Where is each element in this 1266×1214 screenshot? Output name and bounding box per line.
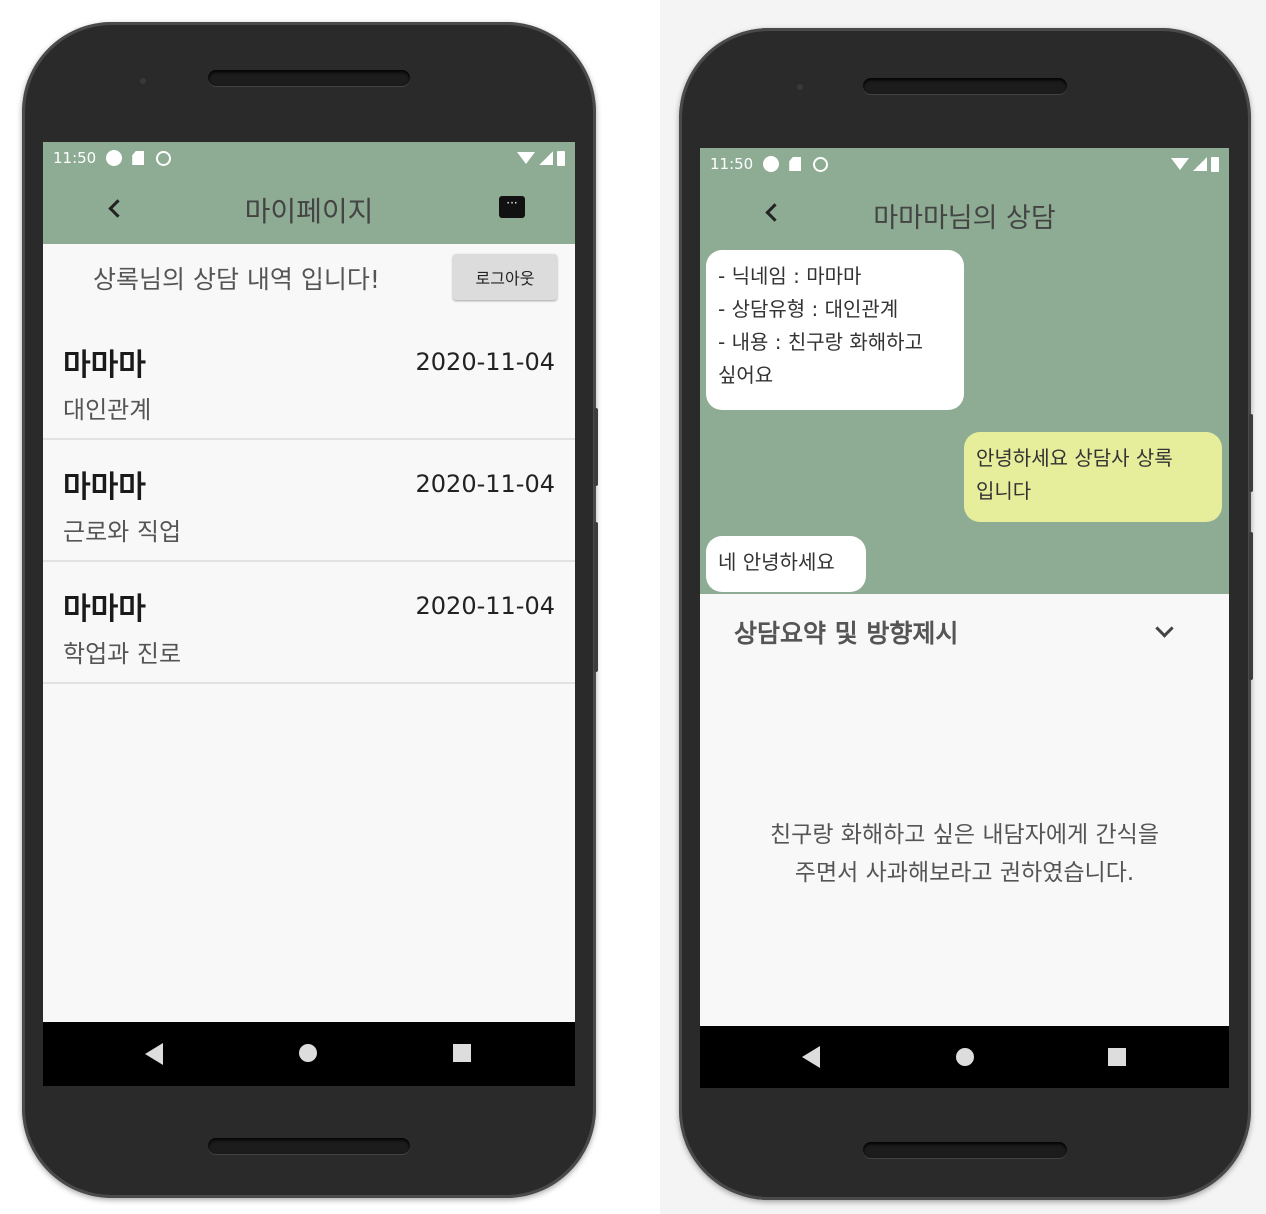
page-title: 마마마님의 상담 [873,203,1056,234]
item-nickname: 마마마 [63,470,146,505]
nav-recent-icon[interactable] [453,1044,471,1062]
message-line: - 내용 : 친구랑 화해하고 [718,330,923,354]
sync-icon [156,150,172,166]
message-line: - 닉네임 : 마마마 [718,264,862,288]
power-button [594,408,598,486]
item-type: 학업과 진로 [63,640,182,668]
earpiece-speaker [208,70,410,86]
earpiece-speaker [863,78,1067,94]
item-nickname: 마마마 [63,348,146,383]
screen-right: 11:50 마마마님의 상담 - 닉네임 : 마마마 - 상담유형 : 대인관계… [700,148,1229,1088]
volume-button [1249,532,1253,680]
status-time: 11:50 [710,155,754,173]
message-line: 네 안녕하세요 [718,550,835,574]
power-button [1249,414,1253,492]
bottom-speaker [208,1138,410,1154]
chat-icon[interactable]: ··· [499,196,525,218]
signal-icon [1193,157,1207,171]
chat-area: 마마마님의 상담 - 닉네임 : 마마마 - 상담유형 : 대인관계 - 내용 … [700,180,1229,594]
status-bar: 11:50 [700,148,1229,180]
volume-button [594,522,598,672]
list-item[interactable]: 마마마 2020-11-04 근로와 직업 [43,440,575,562]
summary-header[interactable]: 상담요약 및 방향제시 [700,594,1229,666]
status-time: 11:50 [53,149,97,167]
greeting-row: 상록님의 상담 내역 입니다! 로그아웃 [43,244,575,318]
summary-line: 주면서 사과해보라고 권하였습니다. [794,860,1135,886]
app-bar: 마이페이지 ··· [43,174,575,244]
sync-icon [813,156,829,172]
status-bar: 11:50 [43,142,575,174]
notification-dot-icon [106,150,123,166]
battery-icon [1211,156,1219,172]
greeting-text: 상록님의 상담 내역 입니다! [93,265,380,294]
battery-icon [557,150,565,166]
message-line: 싶어요 [718,363,774,387]
item-date: 2020-11-04 [415,592,555,620]
page-title: 마이페이지 [244,195,374,228]
summary-line: 친구랑 화해하고 싶은 내담자에게 간식을 [770,822,1159,848]
item-date: 2020-11-04 [415,470,555,498]
sd-card-icon [132,151,145,165]
item-type: 근로와 직업 [63,518,182,546]
front-camera [795,82,805,92]
nav-home-icon[interactable] [299,1044,317,1062]
item-type: 대인관계 [63,396,152,424]
nav-back-icon[interactable] [802,1046,820,1068]
sd-card-icon [789,157,802,171]
message-line: - 상담유형 : 대인관계 [718,297,899,321]
phone-frame-left: 11:50 마이페이지 ··· 상록님의 상담 내역 입니다! 로그아웃 마마마… [22,22,598,1198]
nav-recent-icon[interactable] [1108,1048,1126,1066]
nav-home-icon[interactable] [956,1048,974,1066]
summary-content: 친구랑 화해하고 싶은 내담자에게 간식을 주면서 사과해보라고 권하였습니다. [700,816,1229,892]
logout-button[interactable]: 로그아웃 [453,254,557,300]
wifi-icon [517,152,535,164]
system-nav-bar [700,1026,1229,1088]
message-line: 안녕하세요 상담사 상록 [976,446,1173,470]
chat-bubble-received: - 닉네임 : 마마마 - 상담유형 : 대인관계 - 내용 : 친구랑 화해하… [706,250,964,410]
list-item[interactable]: 마마마 2020-11-04 학업과 진로 [43,562,575,684]
wifi-icon [1171,158,1189,170]
item-nickname: 마마마 [63,592,146,627]
chevron-down-icon[interactable] [1155,619,1174,638]
notification-dot-icon [763,156,780,172]
phone-frame-right: 11:50 마마마님의 상담 - 닉네임 : 마마마 - 상담유형 : 대인관계… [679,28,1253,1200]
chat-bubble-received: 네 안녕하세요 [706,536,866,592]
message-line: 입니다 [976,479,1032,503]
chat-bubble-sent: 안녕하세요 상담사 상록 입니다 [964,432,1222,522]
summary-title: 상담요약 및 방향제시 [734,619,959,648]
front-camera [138,76,148,86]
system-nav-bar [43,1022,575,1086]
item-date: 2020-11-04 [415,348,555,376]
bottom-speaker [863,1142,1067,1158]
nav-back-icon[interactable] [145,1043,163,1065]
list-item[interactable]: 마마마 2020-11-04 대인관계 [43,318,575,440]
screen-left: 11:50 마이페이지 ··· 상록님의 상담 내역 입니다! 로그아웃 마마마… [43,142,575,1086]
signal-icon [539,151,553,165]
